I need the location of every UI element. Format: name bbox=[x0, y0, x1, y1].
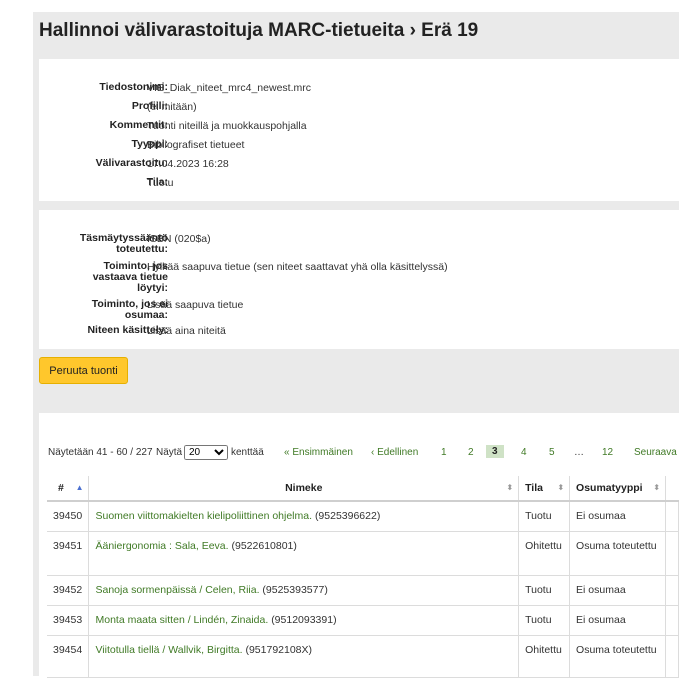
sort-both-icon: ⬍ bbox=[506, 483, 514, 492]
row-title-cell: Monta maata sitten / Lindén, Zinaida. (9… bbox=[88, 605, 520, 636]
row-isbn: (9525396622) bbox=[314, 510, 381, 522]
table-row: 39450 Suomen viittomakielten kielipoliit… bbox=[47, 501, 679, 532]
col-header-title[interactable]: Nimeke ⬍ bbox=[88, 476, 520, 502]
cancel-import-button[interactable]: Peruuta tuonti bbox=[39, 357, 128, 384]
record-title-link[interactable]: Suomen viittomakielten kielipoliittinen … bbox=[95, 510, 312, 522]
row-extra bbox=[665, 575, 679, 606]
status-value: Tuotu bbox=[147, 177, 174, 189]
page-link-5[interactable]: 5 bbox=[549, 447, 555, 458]
pager-ellipsis: … bbox=[574, 447, 584, 458]
comments-value: Tuonti niteillä ja muokkauspohjalla bbox=[147, 120, 307, 132]
row-id: 39453 bbox=[47, 605, 90, 636]
no-match-value: Lisää saapuva tietue bbox=[147, 299, 244, 311]
page-link-current[interactable]: 3 bbox=[486, 445, 504, 458]
on-match-value: Hylkää saapuva tietue (sen niteet saatta… bbox=[147, 261, 448, 273]
row-id: 39450 bbox=[47, 501, 90, 532]
row-status: Ohitettu bbox=[518, 531, 571, 576]
row-extra bbox=[665, 501, 679, 532]
row-match: Ei osumaa bbox=[569, 501, 666, 532]
record-title-link[interactable]: Ääniergonomia : Sala, Eeva. bbox=[95, 540, 228, 552]
show-label: Näytä bbox=[156, 447, 183, 458]
record-title-link[interactable]: Sanoja sormenpäissä / Celen, Riia. bbox=[95, 584, 259, 596]
row-match: Ei osumaa bbox=[569, 605, 666, 636]
row-isbn: (951792108X) bbox=[245, 643, 313, 656]
staged-value: 17.04.2023 16:28 bbox=[147, 158, 229, 170]
row-title-cell: Suomen viittomakielten kielipoliittinen … bbox=[88, 501, 520, 532]
col-header-status[interactable]: Tila ⬍ bbox=[518, 476, 571, 502]
row-status: Tuotu bbox=[518, 501, 571, 532]
type-value: Bibliografiset tietueet bbox=[147, 139, 245, 151]
page-link-2[interactable]: 2 bbox=[468, 447, 474, 458]
match-rule-value: ISBN (020$a) bbox=[147, 233, 211, 245]
table-row: 39453 Monta maata sitten / Lindén, Zinai… bbox=[47, 605, 679, 636]
row-extra bbox=[665, 605, 679, 636]
showing-count: Näytetään 41 - 60 / 227 bbox=[48, 447, 153, 458]
table-row: 39454 Viitotulla tiellä / Wallvik, Birgi… bbox=[47, 635, 679, 678]
row-match: Osuma toteutettu bbox=[569, 531, 666, 576]
col-header-id[interactable]: # ▲ bbox=[47, 476, 90, 502]
table-row: 39452 Sanoja sormenpäissä / Celen, Riia.… bbox=[47, 575, 679, 606]
record-title-link[interactable]: Monta maata sitten / Lindén, Zinaida. bbox=[95, 614, 268, 626]
row-isbn: (9525393577) bbox=[262, 583, 328, 596]
row-match: Ei osumaa bbox=[569, 575, 666, 606]
batch-info-panel: Tiedostonimi: VIE_Diak_niteet_mrc4_newes… bbox=[39, 59, 679, 201]
page-link-1[interactable]: 1 bbox=[441, 447, 447, 458]
record-title-link[interactable]: Viitotulla tiellä / Wallvik, Birgitta. bbox=[95, 644, 242, 656]
sort-asc-icon: ▲ bbox=[75, 483, 84, 492]
page-link-4[interactable]: 4 bbox=[521, 447, 527, 458]
row-title-cell: Viitotulla tiellä / Wallvik, Birgitta. (… bbox=[88, 635, 520, 678]
last-page-link[interactable]: 12 bbox=[602, 447, 613, 458]
row-extra bbox=[665, 635, 679, 678]
matching-info-panel: Täsmäytyssääntö toteutettu: ISBN (020$a)… bbox=[39, 210, 679, 349]
row-id: 39454 bbox=[47, 635, 90, 678]
per-page-suffix: kenttää bbox=[231, 447, 264, 458]
row-id: 39452 bbox=[47, 575, 90, 606]
filename-value: VIE_Diak_niteet_mrc4_newest.mrc bbox=[147, 82, 311, 94]
col-header-extra bbox=[665, 476, 679, 502]
row-status: Tuotu bbox=[518, 575, 571, 606]
item-handling-value: Lisää aina niteitä bbox=[147, 325, 226, 337]
row-extra bbox=[665, 531, 679, 576]
table-row: 39451 Ääniergonomia : Sala, Eeva. (95226… bbox=[47, 531, 679, 576]
table-header-row: # ▲ Nimeke ⬍ Tila ⬍ Osumatyyppi ⬍ bbox=[47, 476, 679, 502]
records-table: # ▲ Nimeke ⬍ Tila ⬍ Osumatyyppi ⬍ 39450 … bbox=[47, 476, 679, 678]
row-isbn: (9512093391) bbox=[271, 613, 337, 626]
row-id: 39451 bbox=[47, 531, 90, 576]
prev-page-link[interactable]: ‹ Edellinen bbox=[371, 447, 418, 458]
next-page-link[interactable]: Seuraava bbox=[634, 447, 677, 458]
page-title: Hallinnoi välivarastoituja MARC-tietueit… bbox=[39, 20, 479, 41]
sort-both-icon: ⬍ bbox=[557, 483, 565, 492]
row-title-cell: Ääniergonomia : Sala, Eeva. (9522610801) bbox=[88, 531, 520, 576]
sort-both-icon: ⬍ bbox=[653, 483, 660, 492]
row-status: Tuotu bbox=[518, 605, 571, 636]
row-isbn: (9522610801) bbox=[231, 539, 297, 552]
first-page-link[interactable]: « Ensimmäinen bbox=[284, 447, 353, 458]
page-size-select[interactable]: 20 bbox=[184, 445, 228, 460]
row-status: Ohitettu bbox=[518, 635, 571, 678]
profile-value: (ei mitään) bbox=[147, 101, 197, 113]
row-match: Osuma toteutettu bbox=[569, 635, 666, 678]
col-header-match[interactable]: Osumatyyppi ⬍ bbox=[569, 476, 666, 502]
row-title-cell: Sanoja sormenpäissä / Celen, Riia. (9525… bbox=[88, 575, 520, 606]
